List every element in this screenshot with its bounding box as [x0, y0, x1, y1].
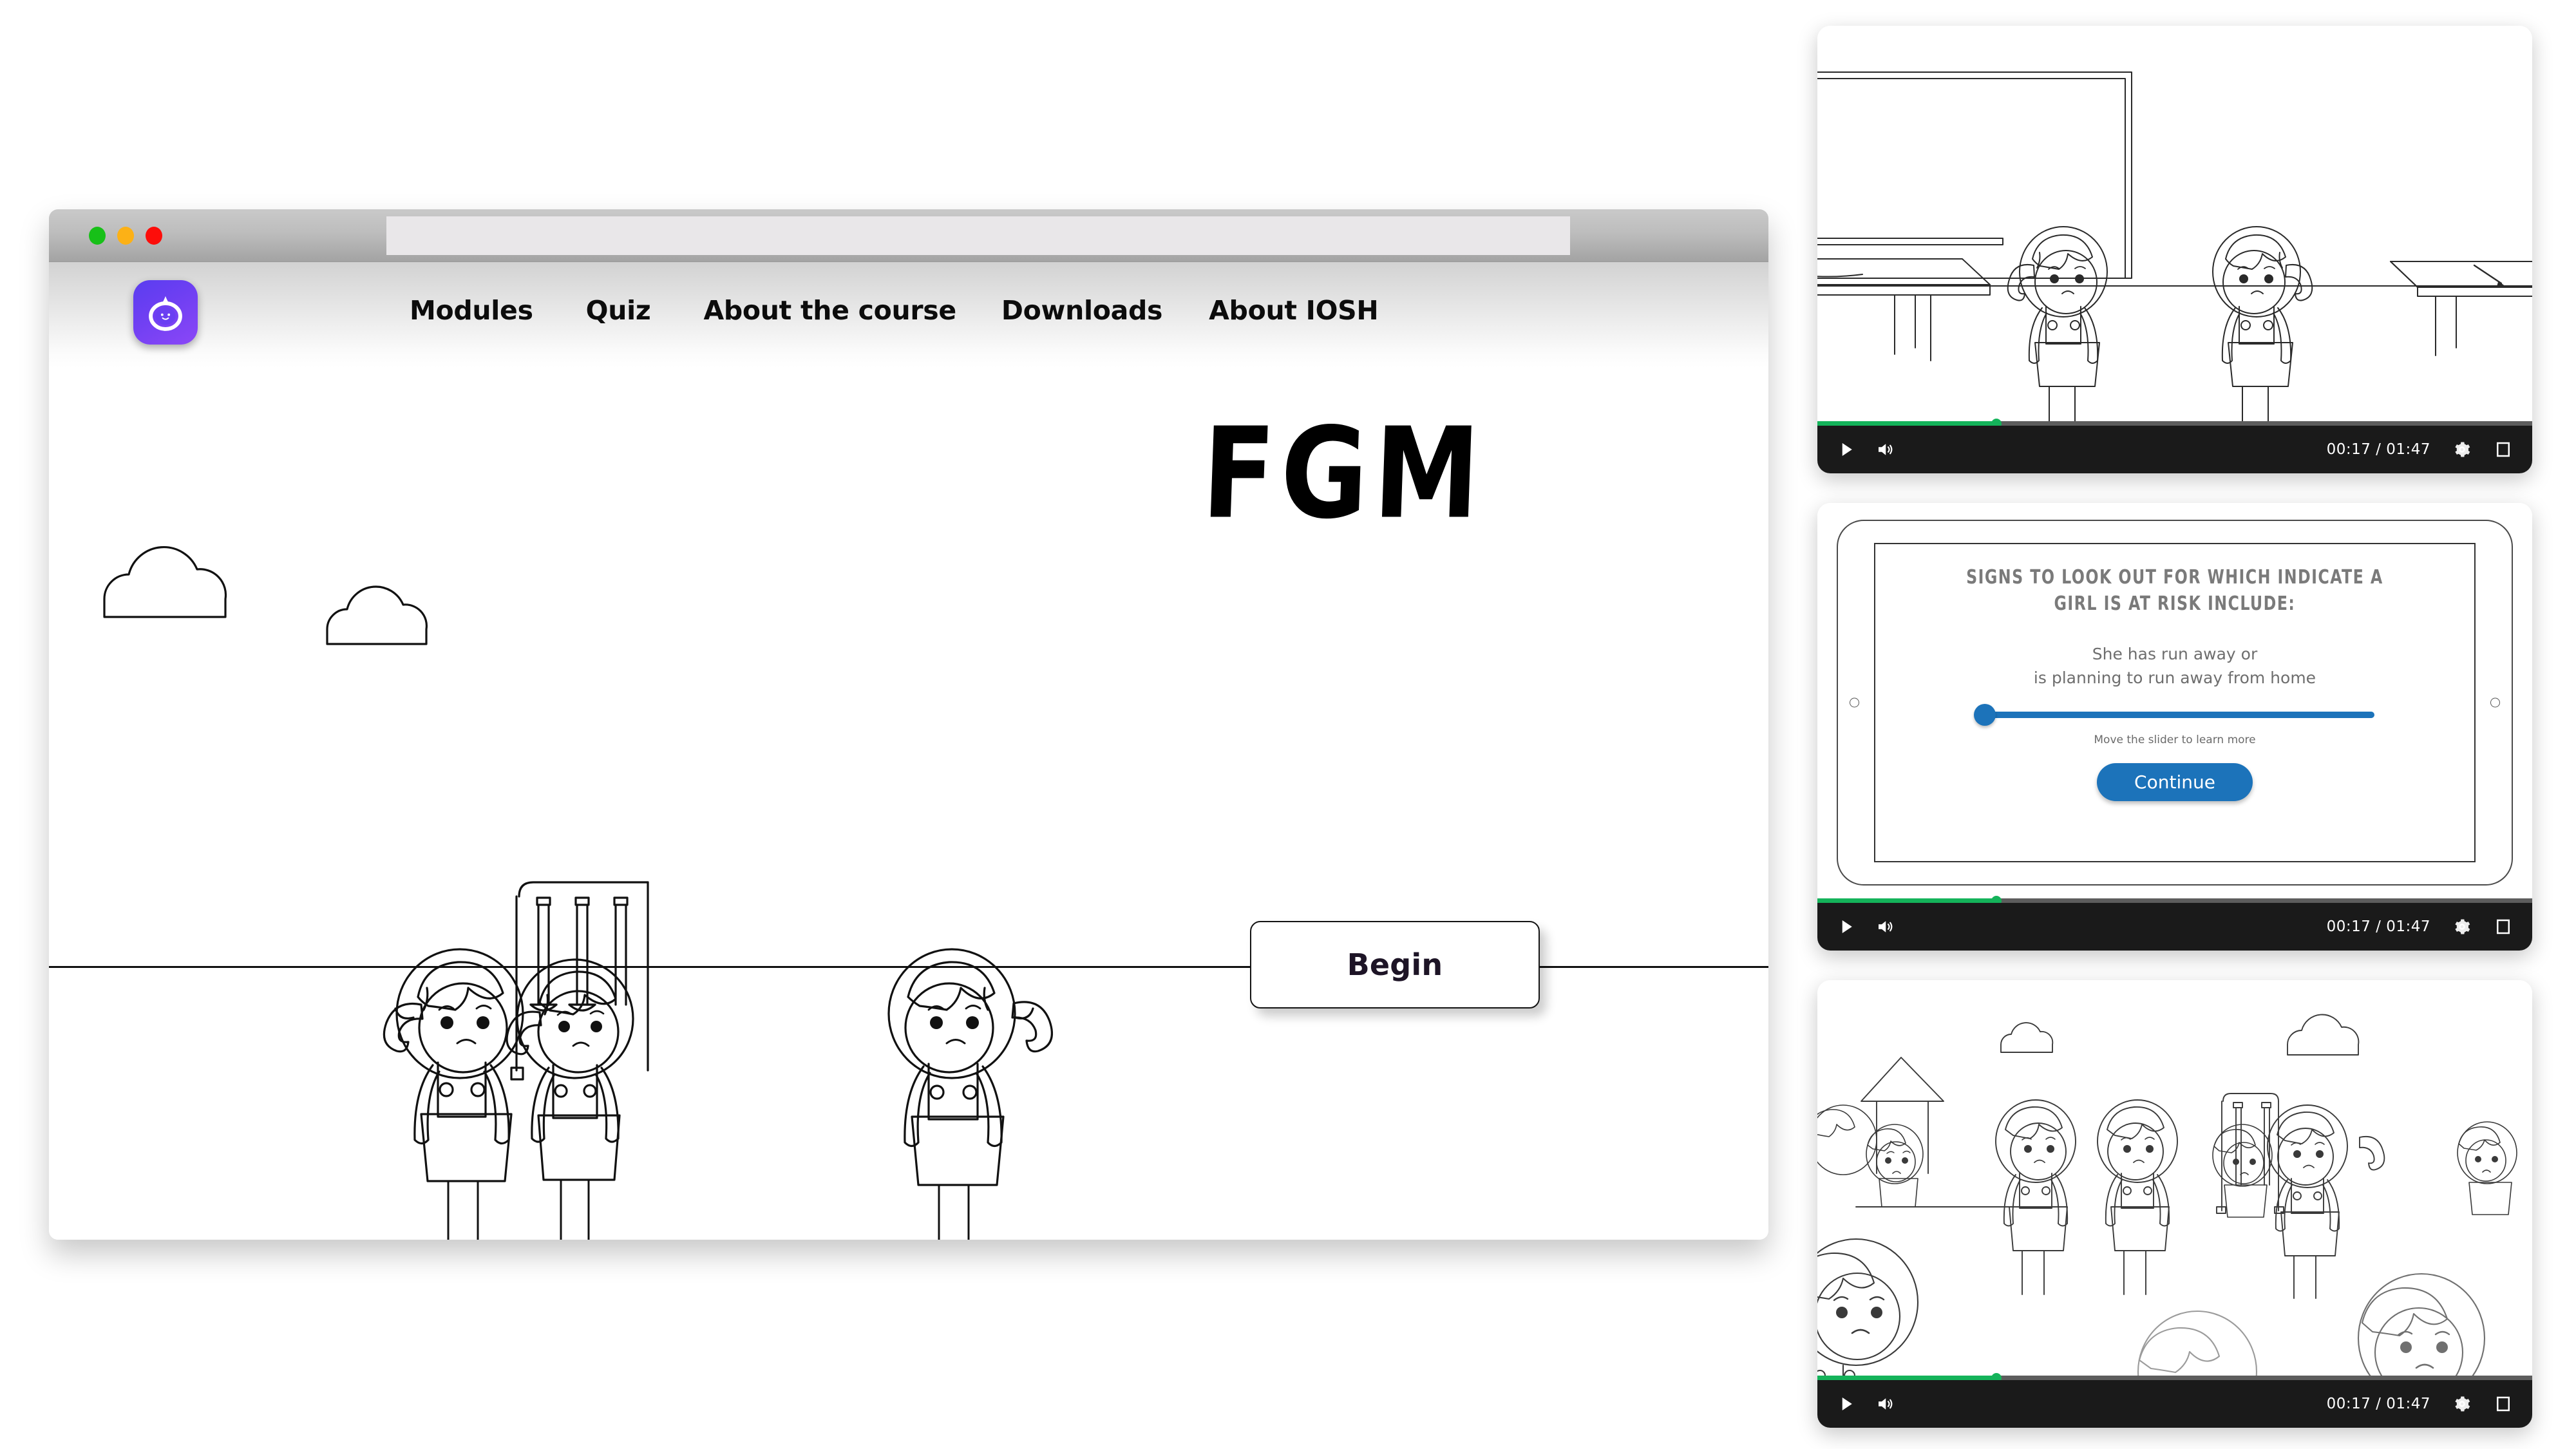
video-progress-fill: [1817, 898, 1996, 903]
slide-heading: Signs to look out for which indicate a g…: [1966, 565, 2383, 618]
close-button[interactable]: [146, 226, 162, 245]
fullscreen-icon[interactable]: [2494, 1394, 2513, 1414]
video-progress-bar[interactable]: [1817, 1372, 2532, 1380]
video-control-bar: 00:17 / 01:47: [1817, 426, 2532, 473]
video-progress-fill: [1817, 421, 1996, 426]
window-traffic-lights: [89, 226, 162, 245]
slider-thumb[interactable]: [1974, 703, 1996, 726]
begin-button[interactable]: Begin: [1250, 921, 1540, 1009]
video-card-slider-slide[interactable]: Signs to look out for which indicate a g…: [1817, 503, 2532, 951]
settings-gear-icon[interactable]: [2452, 440, 2472, 459]
play-icon[interactable]: [1837, 1394, 1856, 1414]
hero-illustration: [103, 545, 1053, 1240]
page-title: FGM: [1200, 401, 1488, 547]
continue-button[interactable]: Continue: [2097, 762, 2253, 801]
video-scene-tablet-slide: Signs to look out for which indicate a g…: [1817, 503, 2532, 903]
video-card-playground-crowd[interactable]: 00:17 / 01:47: [1817, 980, 2532, 1428]
settings-gear-icon[interactable]: [2452, 1394, 2472, 1414]
video-scene-playground-crowd: [1817, 980, 2532, 1380]
minimize-button[interactable]: [89, 226, 106, 245]
video-progress-knob[interactable]: [1991, 418, 2002, 426]
video-progress-bar[interactable]: [1817, 895, 2532, 903]
nav-item-modules[interactable]: Modules: [410, 289, 533, 332]
main-menu: Modules Quiz About the course Downloads …: [410, 262, 1379, 359]
video-progress-bar[interactable]: [1817, 418, 2532, 426]
tablet-screen: Signs to look out for which indicate a g…: [1874, 543, 2476, 862]
slide-body-line-1: She has run away or: [2092, 644, 2258, 663]
url-input[interactable]: [386, 216, 1570, 255]
browser-titlebar: [49, 209, 1768, 262]
tablet-left-button-icon: [1850, 697, 1859, 708]
slide-body-line-2: is planning to run away from home: [2033, 668, 2316, 687]
volume-icon[interactable]: [1875, 1394, 1895, 1414]
video-scene-classroom: [1817, 26, 2532, 426]
video-control-bar: 00:17 / 01:47: [1817, 1380, 2532, 1428]
play-icon[interactable]: [1837, 440, 1856, 459]
video-time-label: 00:17 / 01:47: [2326, 918, 2430, 935]
tablet-device-frame: Signs to look out for which indicate a g…: [1837, 520, 2513, 886]
video-time-label: 00:17 / 01:47: [2326, 441, 2430, 458]
begin-button-label: Begin: [1347, 947, 1443, 982]
video-time-label: 00:17 / 01:47: [2326, 1396, 2430, 1412]
video-thumbnail-column: 00:17 / 01:47 SIGNS TO LOOK OUT FOR WHIC…: [1817, 26, 2532, 1449]
settings-gear-icon[interactable]: [2452, 917, 2472, 936]
volume-icon[interactable]: [1875, 917, 1895, 936]
play-icon[interactable]: [1837, 917, 1856, 936]
course-hero-canvas: FGM Begin: [49, 368, 1768, 1240]
site-navigation-bar: Modules Quiz About the course Downloads …: [49, 262, 1768, 368]
video-progress-fill: [1817, 1376, 1996, 1380]
risk-signs-slider[interactable]: [1974, 703, 2374, 726]
nav-item-about-iosh[interactable]: About IOSH: [1209, 289, 1379, 332]
slide-body: She has run away or is planning to run a…: [2034, 642, 2316, 690]
slide-heading-line-1: Signs to look out for which indicate a: [1966, 566, 2383, 589]
tablet-right-button-icon: [2490, 697, 2500, 708]
video-control-bar: 00:17 / 01:47: [1817, 903, 2532, 951]
maximize-button[interactable]: [117, 226, 134, 245]
browser-window: Modules Quiz About the course Downloads …: [49, 209, 1768, 1240]
video-progress-knob[interactable]: [1991, 1372, 2002, 1380]
fullscreen-icon[interactable]: [2494, 917, 2513, 936]
video-progress-knob[interactable]: [1991, 895, 2002, 903]
app-mascot-icon[interactable]: [133, 280, 198, 345]
fullscreen-icon[interactable]: [2494, 440, 2513, 459]
volume-icon[interactable]: [1875, 440, 1895, 459]
slider-hint-text: Move the slider to learn more: [2094, 733, 2256, 746]
nav-item-downloads[interactable]: Downloads: [1001, 289, 1163, 332]
nav-item-quiz[interactable]: Quiz: [586, 289, 651, 332]
screenshot-root: Modules Quiz About the course Downloads …: [0, 0, 2576, 1449]
slide-heading-line-2: girl is at risk include:: [2054, 592, 2296, 615]
classroom-illustration: [1817, 71, 2532, 426]
video-card-classroom[interactable]: 00:17 / 01:47: [1817, 26, 2532, 473]
playground-crowd-illustration: [1817, 1014, 2517, 1380]
nav-item-about-the-course[interactable]: About the course: [703, 289, 956, 332]
